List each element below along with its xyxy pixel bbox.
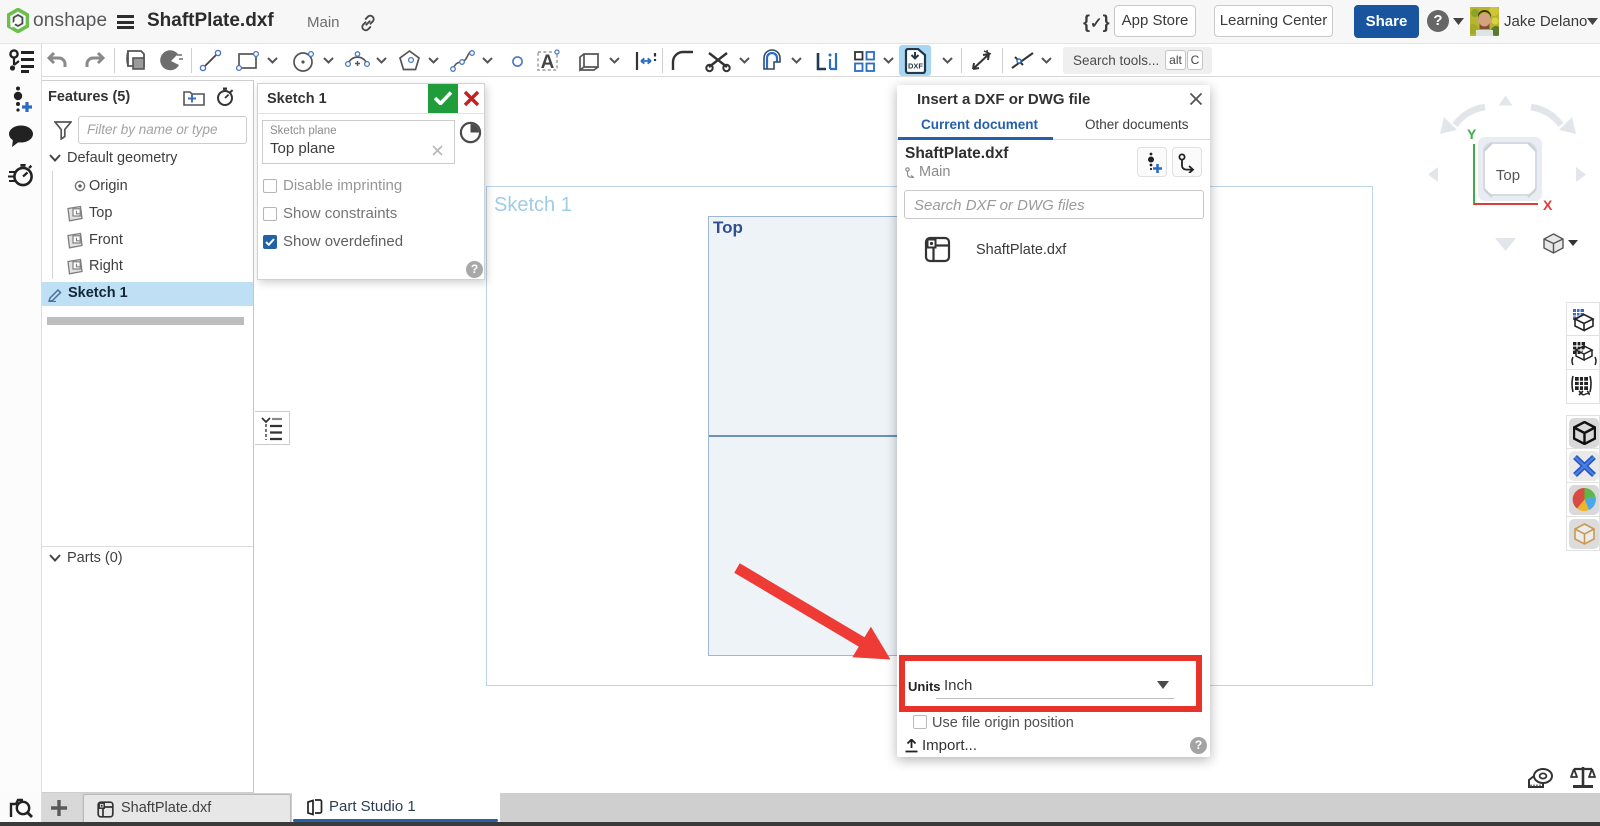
svg-text:DXF: DXF — [908, 62, 923, 71]
svg-text:Y: Y — [1467, 126, 1477, 142]
svg-text:A: A — [541, 52, 555, 73]
svg-text:Top: Top — [1496, 167, 1520, 184]
svg-text:X: X — [1543, 197, 1553, 213]
